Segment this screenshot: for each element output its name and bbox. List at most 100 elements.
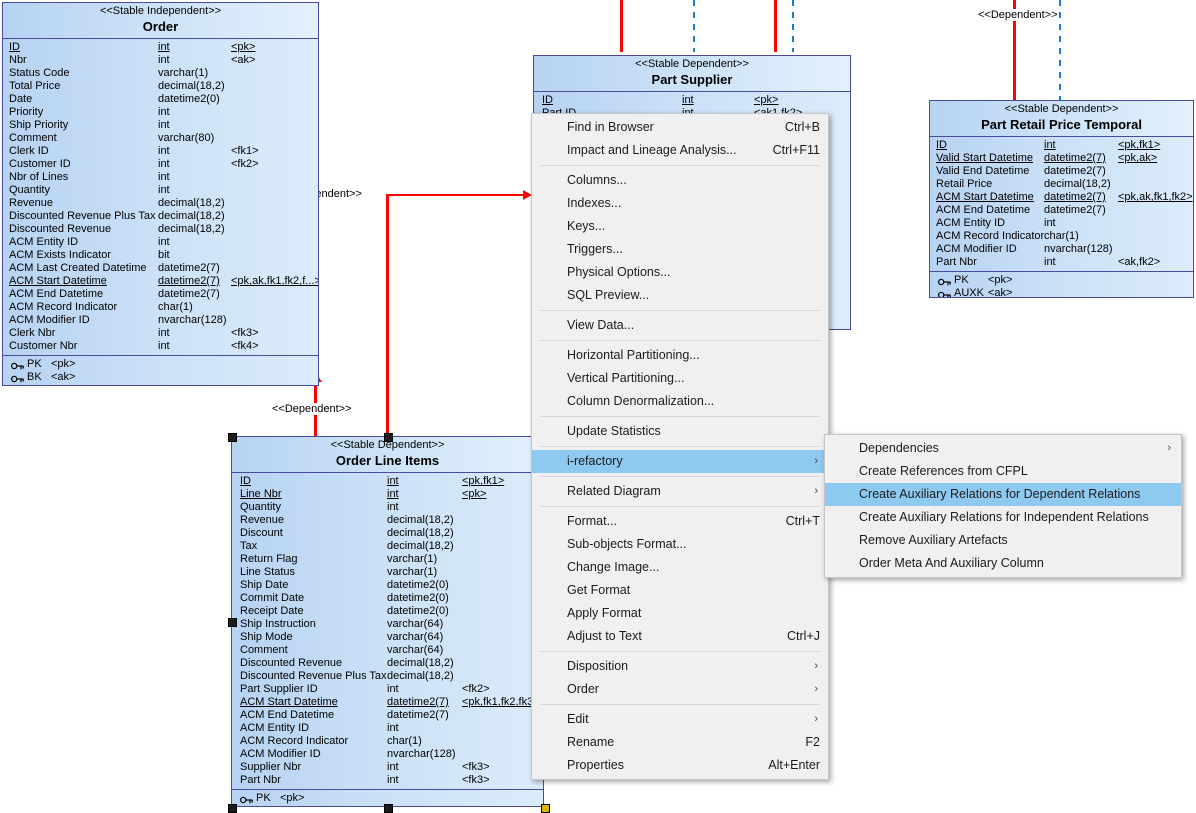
attribute-row[interactable]: Line Nbr int <pk> bbox=[232, 488, 543, 501]
selection-handle-ml[interactable] bbox=[228, 618, 237, 627]
selection-handle-bl[interactable] bbox=[228, 804, 237, 813]
entity-key-row[interactable]: PK <pk> bbox=[3, 358, 318, 371]
attribute-row[interactable]: Tax decimal(18,2) bbox=[232, 540, 543, 553]
attribute-row[interactable]: Discounted Revenue decimal(18,2) bbox=[232, 657, 543, 670]
attribute-row[interactable]: ACM Start Datetime datetime2(7) <pk,ak,fk1… bbox=[3, 275, 318, 288]
menu-item-sub-objects-format[interactable]: Sub-objects Format... bbox=[532, 533, 828, 556]
attribute-row[interactable]: Comment varchar(64) bbox=[232, 644, 543, 657]
attribute-row[interactable]: Discount decimal(18,2) bbox=[232, 527, 543, 540]
attribute-row[interactable]: Quantity int bbox=[3, 184, 318, 197]
attribute-row[interactable]: Customer ID int <fk2> bbox=[3, 158, 318, 171]
attribute-row[interactable]: Nbr of Lines int bbox=[3, 171, 318, 184]
relation-line-independent-horizontal[interactable] bbox=[386, 194, 525, 196]
attribute-row[interactable]: ACM Modifier ID nvarchar(128) bbox=[232, 748, 543, 761]
attribute-row[interactable]: Part Nbr int <fk3> bbox=[232, 774, 543, 787]
selection-handle-tl[interactable] bbox=[228, 433, 237, 442]
attribute-row[interactable]: Discounted Revenue Plus Tax decimal(18,2) bbox=[232, 670, 543, 683]
entity-key-row[interactable]: AUXK <ak> bbox=[930, 287, 1193, 297]
attribute-row[interactable]: Customer Nbr int <fk4> bbox=[3, 340, 318, 353]
attribute-row[interactable]: Retail Price decimal(18,2) bbox=[930, 178, 1193, 191]
menu-item-change-image[interactable]: Change Image... bbox=[532, 556, 828, 579]
attribute-row[interactable]: ACM Start Datetime datetime2(7) <pk,ak,fk1… bbox=[930, 191, 1193, 204]
menu-item-disposition[interactable]: Disposition › bbox=[532, 655, 828, 678]
attribute-row[interactable]: ID int <pk> bbox=[534, 94, 850, 107]
menu-item-properties[interactable]: Properties Alt+Enter bbox=[532, 754, 828, 777]
menu-item-sql-preview[interactable]: SQL Preview... bbox=[532, 284, 828, 307]
attribute-row[interactable]: ACM End Datetime datetime2(7) bbox=[930, 204, 1193, 217]
attribute-row[interactable]: Ship Date datetime2(0) bbox=[232, 579, 543, 592]
menu-item-remove-auxiliary-artefacts[interactable]: Remove Auxiliary Artefacts bbox=[825, 529, 1181, 552]
attribute-row[interactable]: Clerk ID int <fk1> bbox=[3, 145, 318, 158]
attribute-row[interactable]: ACM Entity ID int bbox=[930, 217, 1193, 230]
attribute-row[interactable]: ID int <pk> bbox=[3, 41, 318, 54]
attribute-row[interactable]: Clerk Nbr int <fk3> bbox=[3, 327, 318, 340]
attribute-row[interactable]: Part Supplier ID int <fk2> bbox=[232, 683, 543, 696]
attribute-row[interactable]: Discounted Revenue decimal(18,2) bbox=[3, 223, 318, 236]
attribute-row[interactable]: ACM Modifier ID nvarchar(128) bbox=[3, 314, 318, 327]
menu-item-physical-options[interactable]: Physical Options... bbox=[532, 261, 828, 284]
selection-handle-tc[interactable] bbox=[384, 433, 393, 442]
attribute-row[interactable]: Return Flag varchar(1) bbox=[232, 553, 543, 566]
menu-item-related-diagram[interactable]: Related Diagram › bbox=[532, 480, 828, 503]
attribute-row[interactable]: ACM Modifier ID nvarchar(128) bbox=[930, 243, 1193, 256]
relation-line-red-1[interactable] bbox=[620, 0, 623, 52]
menu-item-get-format[interactable]: Get Format bbox=[532, 579, 828, 602]
menu-item-impact-and-lineage-analysis[interactable]: Impact and Lineage Analysis... Ctrl+F11 bbox=[532, 139, 828, 162]
attribute-row[interactable]: Part Nbr int <ak,fk2> bbox=[930, 256, 1193, 269]
context-submenu-i-refactory[interactable]: Dependencies › Create References from CFPL… bbox=[824, 434, 1182, 578]
menu-item-create-references-from-cfpl[interactable]: Create References from CFPL bbox=[825, 460, 1181, 483]
attribute-row[interactable]: Revenue decimal(18,2) bbox=[232, 514, 543, 527]
attribute-row[interactable]: Ship Mode varchar(64) bbox=[232, 631, 543, 644]
attribute-row[interactable]: ACM Record Indicator char(1) bbox=[232, 735, 543, 748]
relation-line-blue-3[interactable] bbox=[1059, 0, 1061, 101]
attribute-row[interactable]: ACM Entity ID int bbox=[232, 722, 543, 735]
attribute-row[interactable]: Comment varchar(80) bbox=[3, 132, 318, 145]
menu-item-find-in-browser[interactable]: Find in Browser Ctrl+B bbox=[532, 116, 828, 139]
entity-key-row[interactable]: BK <ak> bbox=[3, 371, 318, 384]
attribute-row[interactable]: ACM Start Datetime datetime2(7) <pk,fk1,fk… bbox=[232, 696, 543, 709]
attribute-row[interactable]: Revenue decimal(18,2) bbox=[3, 197, 318, 210]
relation-line-blue-1[interactable] bbox=[693, 0, 695, 52]
entity-order[interactable]: <<Stable Independent>> Order ID int <pk> Nb… bbox=[2, 2, 319, 386]
attribute-row[interactable]: ACM Record Indicator char(1) bbox=[3, 301, 318, 314]
entity-key-row[interactable]: PK <pk> bbox=[930, 274, 1193, 287]
menu-item-format[interactable]: Format... Ctrl+T bbox=[532, 510, 828, 533]
selection-handle-br[interactable] bbox=[541, 804, 550, 813]
relation-line-red-2[interactable] bbox=[774, 0, 777, 52]
menu-item-dependencies[interactable]: Dependencies › bbox=[825, 437, 1181, 460]
menu-item-horizontal-partitioning[interactable]: Horizontal Partitioning... bbox=[532, 344, 828, 367]
context-menu[interactable]: Find in Browser Ctrl+B Impact and Lineage … bbox=[531, 113, 829, 780]
attribute-row[interactable]: ACM End Datetime datetime2(7) bbox=[232, 709, 543, 722]
attribute-row[interactable]: ID int <pk,fk1> bbox=[930, 139, 1193, 152]
attribute-row[interactable]: Valid End Datetime datetime2(7) bbox=[930, 165, 1193, 178]
selection-handle-bc[interactable] bbox=[384, 804, 393, 813]
menu-item-update-statistics[interactable]: Update Statistics bbox=[532, 420, 828, 443]
menu-item-column-denormalization[interactable]: Column Denormalization... bbox=[532, 390, 828, 413]
attribute-row[interactable]: Date datetime2(0) bbox=[3, 93, 318, 106]
menu-item-vertical-partitioning[interactable]: Vertical Partitioning... bbox=[532, 367, 828, 390]
attribute-row[interactable]: Commit Date datetime2(0) bbox=[232, 592, 543, 605]
menu-item-indexes[interactable]: Indexes... bbox=[532, 192, 828, 215]
menu-item-create-auxiliary-relations-for-dependent-relations[interactable]: Create Auxiliary Relations for Dependent… bbox=[825, 483, 1181, 506]
attribute-row[interactable]: Ship Priority int bbox=[3, 119, 318, 132]
attribute-row[interactable]: Quantity int bbox=[232, 501, 543, 514]
attribute-row[interactable]: Line Status varchar(1) bbox=[232, 566, 543, 579]
relation-line-blue-2[interactable] bbox=[792, 0, 794, 52]
menu-item-keys[interactable]: Keys... bbox=[532, 215, 828, 238]
relation-line-independent-vertical[interactable] bbox=[386, 195, 389, 435]
attribute-row[interactable]: Total Price decimal(18,2) bbox=[3, 80, 318, 93]
entity-order-line-items[interactable]: <<Stable Dependent>> Order Line Items ID… bbox=[231, 436, 544, 807]
attribute-row[interactable]: Status Code varchar(1) bbox=[3, 67, 318, 80]
attribute-row[interactable]: ACM Exists Indicator bit bbox=[3, 249, 318, 262]
entity-part-retail-price-temporal[interactable]: <<Stable Dependent>> Part Retail Price T… bbox=[929, 100, 1194, 298]
menu-item-apply-format[interactable]: Apply Format bbox=[532, 602, 828, 625]
menu-item-i-refactory[interactable]: i-refactory › bbox=[532, 450, 828, 473]
attribute-row[interactable]: Valid Start Datetime datetime2(7) <pk,ak> bbox=[930, 152, 1193, 165]
menu-item-view-data[interactable]: View Data... bbox=[532, 314, 828, 337]
attribute-row[interactable]: Nbr int <ak> bbox=[3, 54, 318, 67]
menu-item-order[interactable]: Order › bbox=[532, 678, 828, 701]
attribute-row[interactable]: Receipt Date datetime2(0) bbox=[232, 605, 543, 618]
menu-item-edit[interactable]: Edit › bbox=[532, 708, 828, 731]
attribute-row[interactable]: Discounted Revenue Plus Tax decimal(18,2) bbox=[3, 210, 318, 223]
attribute-row[interactable]: ACM Last Created Datetime datetime2(7) bbox=[3, 262, 318, 275]
